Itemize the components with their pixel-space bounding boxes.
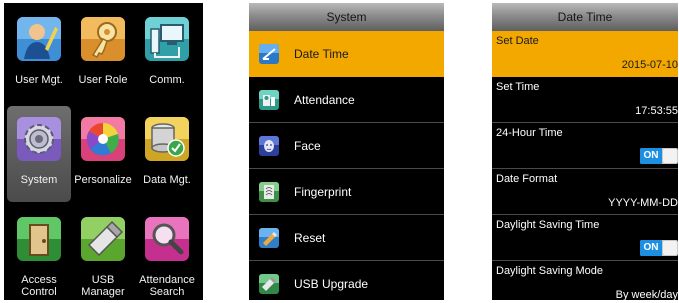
setting-label: 24-Hour Time xyxy=(496,127,563,139)
system-item-label: USB Upgrade xyxy=(294,277,369,291)
toggle-state-label: ON xyxy=(640,240,662,256)
menu-item-data-mgt[interactable]: Data Mgt. xyxy=(135,106,199,202)
menu-item-user-role[interactable]: User Role xyxy=(71,6,135,102)
setting-label: Daylight Saving Time xyxy=(496,219,600,231)
face-icon xyxy=(259,136,279,156)
setting-24-hour-time[interactable]: 24-Hour Time ON xyxy=(492,123,678,169)
menu-item-personalize[interactable]: Personalize xyxy=(71,106,135,202)
system-item-label: Face xyxy=(294,139,321,153)
menu-item-attendance-search[interactable]: Attendance Search xyxy=(135,206,199,300)
system-item-usb-upgrade[interactable]: USB Upgrade xyxy=(249,261,444,300)
setting-value: 2015-07-10 xyxy=(621,59,678,71)
system-item-label: Attendance xyxy=(294,93,355,107)
database-check-icon xyxy=(145,117,189,161)
toggle-state-label: ON xyxy=(640,148,662,164)
menu-item-label: Comm. xyxy=(149,74,185,86)
network-computer-icon xyxy=(145,17,189,61)
menu-item-comm[interactable]: Comm. xyxy=(135,6,199,102)
menu-item-label: USB Manager xyxy=(81,274,125,298)
setting-value: 17:53:55 xyxy=(635,105,678,117)
menu-item-usb-manager[interactable]: USB Manager xyxy=(71,206,135,300)
toggle-knob xyxy=(663,241,677,255)
menu-item-access-control[interactable]: Access Control xyxy=(7,206,71,300)
menu-item-label: Personalize xyxy=(74,174,132,186)
panel-title: Date Time xyxy=(492,3,678,31)
usb-upgrade-icon xyxy=(259,274,279,294)
door-icon xyxy=(17,217,61,261)
system-item-label: Reset xyxy=(294,231,326,245)
setting-label: Daylight Saving Mode xyxy=(496,265,604,277)
main-menu-panel: User Mgt. User Role Comm. System Persona… xyxy=(4,3,203,300)
system-item-label: Date Time xyxy=(294,47,349,61)
gear-icon xyxy=(17,117,61,161)
setting-set-time[interactable]: Set Time 17:53:55 xyxy=(492,77,678,123)
user-management-icon xyxy=(17,17,61,61)
system-item-reset[interactable]: Reset xyxy=(249,215,444,261)
system-item-fingerprint[interactable]: Fingerprint xyxy=(249,169,444,215)
usb-drive-icon xyxy=(81,217,125,261)
panel-title: System xyxy=(249,3,444,31)
menu-item-label: User Role xyxy=(78,74,128,86)
setting-value: By week/day xyxy=(615,289,678,300)
setting-label: Set Time xyxy=(496,81,540,93)
magnifier-icon xyxy=(145,217,189,261)
system-item-face[interactable]: Face xyxy=(249,123,444,169)
fingerprint-icon xyxy=(259,182,279,202)
setting-set-date[interactable]: Set Date 2015-07-10 xyxy=(492,31,678,77)
setting-label: Set Date xyxy=(496,35,539,47)
key-icon xyxy=(81,17,125,61)
color-wheel-icon xyxy=(81,117,125,161)
menu-item-label: System xyxy=(20,174,58,186)
system-item-date-time[interactable]: Date Time xyxy=(249,31,444,77)
setting-daylight-saving-mode[interactable]: Daylight Saving Mode By week/day xyxy=(492,261,678,300)
date-time-panel: Date Time Set Date 2015-07-10 Set Time 1… xyxy=(492,3,678,300)
menu-item-label: Access Control xyxy=(21,274,57,298)
toggle-knob xyxy=(663,149,677,163)
menu-item-user-mgt[interactable]: User Mgt. xyxy=(7,6,71,102)
setting-daylight-saving-time[interactable]: Daylight Saving Time ON xyxy=(492,215,678,261)
menu-item-label: Attendance Search xyxy=(139,274,195,298)
reset-icon xyxy=(259,228,279,248)
setting-date-format[interactable]: Date Format YYYY-MM-DD xyxy=(492,169,678,215)
menu-item-system[interactable]: System xyxy=(7,106,71,202)
menu-item-label: User Mgt. xyxy=(15,74,63,86)
system-item-label: Fingerprint xyxy=(294,185,352,199)
daylight-saving-time-toggle[interactable]: ON xyxy=(640,240,678,256)
system-item-attendance[interactable]: Attendance xyxy=(249,77,444,123)
setting-value: YYYY-MM-DD xyxy=(608,197,678,209)
setting-label: Date Format xyxy=(496,173,558,185)
attendance-icon xyxy=(259,90,279,110)
menu-item-label: Data Mgt. xyxy=(143,174,191,186)
24-hour-time-toggle[interactable]: ON xyxy=(640,148,678,164)
system-menu-panel: System Date Time Attendance Face Fingerp… xyxy=(249,3,444,300)
clock-icon xyxy=(259,44,279,64)
